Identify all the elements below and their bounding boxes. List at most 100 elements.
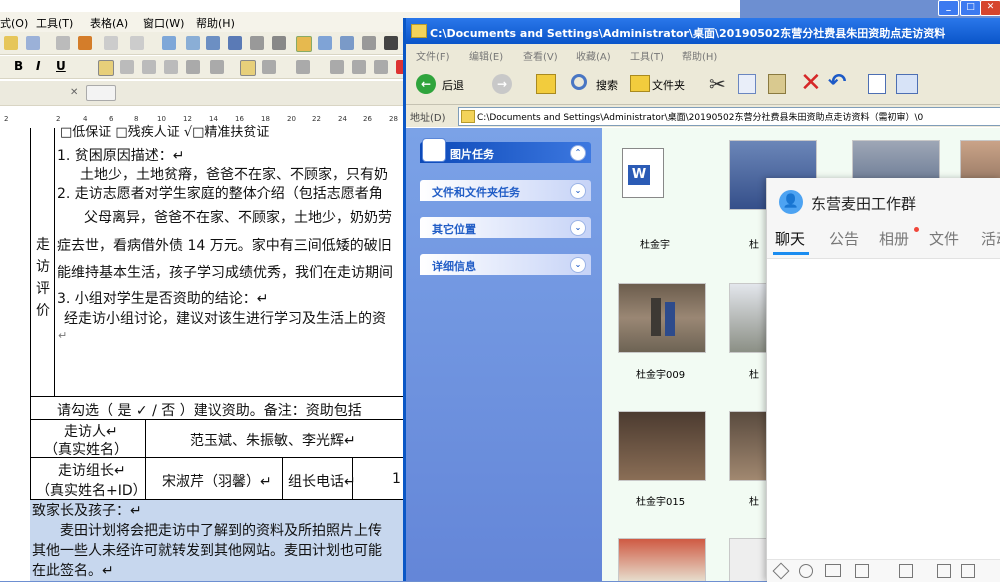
forward-arrow-icon[interactable]: → [492,74,512,94]
search-icon[interactable] [571,74,587,90]
zoom-icon[interactable] [318,36,332,50]
tables-borders-icon[interactable] [186,36,200,50]
views-icon[interactable] [896,74,918,94]
copy-icon[interactable] [738,74,756,94]
menu-window[interactable]: 窗口(W) [143,15,184,31]
properties-icon[interactable] [868,74,886,94]
file-name[interactable]: 杜金宇015 [636,493,685,508]
menu-tools[interactable]: 工具(T) [630,48,664,63]
photo-thumbnail[interactable] [729,283,771,353]
chevron-up-icon[interactable]: ⌃ [570,145,586,161]
emoji-icon[interactable] [799,564,813,578]
columns-icon[interactable] [250,36,264,50]
decrease-indent-icon[interactable] [296,60,310,74]
delete-icon[interactable]: ✕ [800,68,822,98]
chevron-down-icon[interactable]: ⌄ [570,183,586,199]
pilcrow-icon[interactable] [384,36,398,50]
tab-activity[interactable]: 活动 [981,228,1000,249]
justify-icon[interactable] [164,60,178,74]
line-spacing-icon[interactable] [210,60,224,74]
file-name[interactable]: 杜 [749,236,759,251]
explorer-titlebar[interactable]: C:\Documents and Settings\Administrator\… [406,18,1000,44]
menu-view[interactable]: 查看(V) [523,48,558,63]
numbering-icon[interactable] [240,60,256,76]
menu-help[interactable]: 帮助(H) [682,48,717,63]
border-icon[interactable] [374,60,388,74]
italic-icon[interactable]: I [36,59,40,73]
photo-thumbnail[interactable] [618,283,706,353]
document-map-icon[interactable] [296,36,312,52]
cut-icon[interactable]: ✂ [709,72,726,96]
gif-icon[interactable] [825,564,841,577]
menu-file[interactable]: 文件(F) [416,48,450,63]
undo-icon[interactable]: ↶ [828,70,846,95]
screenshot-icon[interactable] [855,564,869,578]
task-panel-file-folder[interactable]: 文件和文件夹任务 ⌄ [420,180,591,201]
font-icon[interactable] [772,562,790,580]
underline-icon[interactable]: U [56,59,66,73]
align-center-icon[interactable] [120,60,134,74]
image-send-icon[interactable] [937,564,951,578]
distributed-icon[interactable] [186,60,200,74]
task-panel-other-places[interactable]: 其它位置 ⌄ [420,217,591,238]
format-painter-icon[interactable] [78,36,92,50]
group-avatar[interactable]: 👤 [779,190,803,214]
menu-format[interactable]: 式(O) [0,15,28,31]
align-left-icon[interactable] [98,60,114,76]
paste-icon[interactable] [768,74,786,94]
more-icon[interactable] [961,564,975,578]
menu-table[interactable]: 表格(A) [90,15,128,31]
chevron-down-icon[interactable]: ⌄ [570,220,586,236]
redo-icon[interactable] [130,36,144,50]
bold-icon[interactable]: B [14,59,23,73]
show-hide-icon[interactable] [362,36,376,50]
back-button[interactable]: 后退 [442,77,464,93]
search-button[interactable]: 搜索 [596,77,618,93]
tab-files[interactable]: 文件 [929,228,959,249]
back-arrow-icon[interactable]: ← [416,74,436,94]
align-right-icon[interactable] [142,60,156,74]
menu-edit[interactable]: 编辑(E) [469,48,503,63]
hyperlink-icon[interactable] [162,36,176,50]
message-area[interactable] [767,259,1000,559]
tab-notice[interactable]: 公告 [829,228,859,249]
insert-table-icon[interactable] [206,36,220,50]
task-panel-picture[interactable]: 图片任务 ⌃ [420,138,591,163]
close-icon[interactable]: ✕ [70,87,78,101]
task-panel-details[interactable]: 详细信息 ⌄ [420,254,591,275]
bullets-icon[interactable] [262,60,276,74]
increase-indent-icon[interactable] [330,60,344,74]
file-name[interactable]: 杜金宇009 [636,366,685,381]
folders-icon[interactable] [630,75,650,92]
file-name[interactable]: 杜 [749,493,759,508]
insert-excel-icon[interactable] [228,36,242,50]
close-icon[interactable]: ✕ [980,0,1000,16]
up-folder-icon[interactable] [536,74,556,94]
paste-icon[interactable] [26,36,40,50]
open-icon[interactable] [4,36,18,50]
photo-thumbnail[interactable] [618,538,706,581]
file-name[interactable]: 杜金宇 [640,236,670,251]
outline-icon[interactable] [352,60,366,74]
folders-button[interactable]: 文件夹 [652,77,685,93]
address-input[interactable]: C:\Documents and Settings\Administrator\… [458,107,1000,126]
maximize-icon[interactable]: □ [960,0,981,16]
undo-icon[interactable] [104,36,118,50]
photo-thumbnail[interactable] [618,411,706,481]
photo-thumbnail[interactable] [729,538,771,581]
tab-chat[interactable]: 聊天 [775,228,805,249]
word-document-icon[interactable]: W [622,148,664,198]
style-dropdown[interactable] [86,85,116,101]
menu-tools[interactable]: 工具(T) [36,15,73,31]
menu-help[interactable]: 帮助(H) [196,15,235,31]
menu-favorites[interactable]: 收藏(A) [576,48,611,63]
tab-album[interactable]: 相册 [879,228,909,249]
read-icon[interactable] [340,36,354,50]
chevron-down-icon[interactable]: ⌄ [570,257,586,273]
drawing-icon[interactable] [272,36,286,50]
minimize-icon[interactable]: _ [938,0,959,16]
photo-thumbnail[interactable] [729,411,771,481]
file-name[interactable]: 杜 [749,366,759,381]
print-icon[interactable] [56,36,70,50]
file-send-icon[interactable] [899,564,913,578]
